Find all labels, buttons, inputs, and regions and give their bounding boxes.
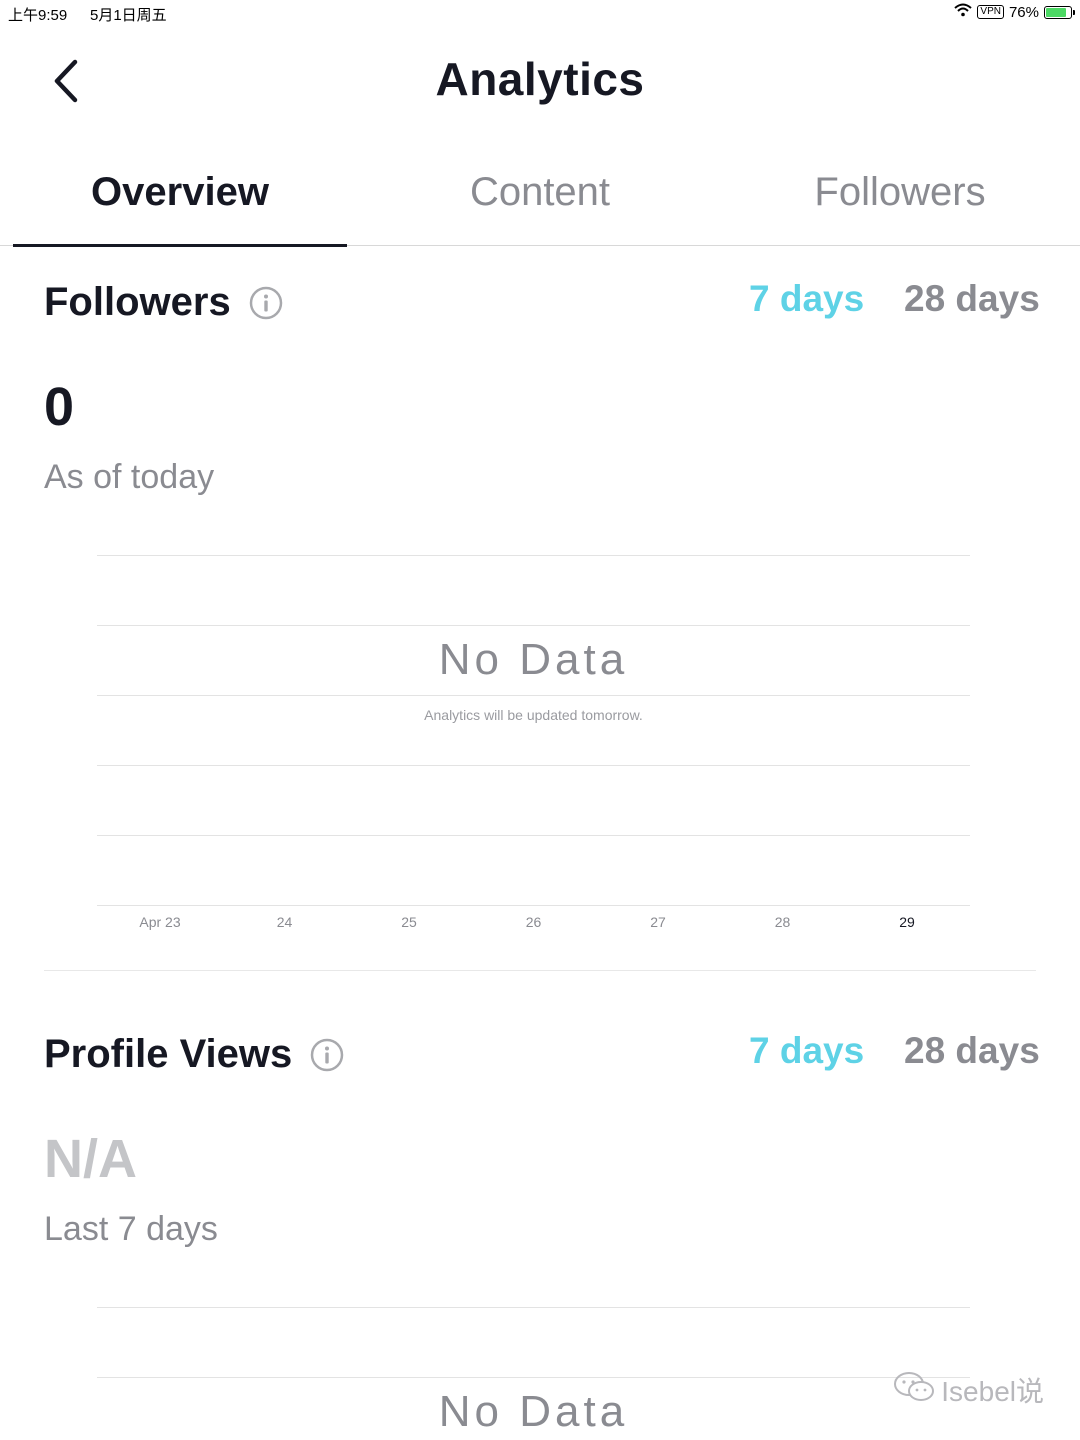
tab-overview[interactable]: Overview	[0, 140, 360, 247]
tab-followers[interactable]: Followers	[720, 140, 1080, 245]
tab-bar: Overview Content Followers	[0, 140, 1080, 247]
grid-line	[97, 905, 970, 906]
grid-line	[97, 765, 970, 766]
grid-line	[97, 1377, 970, 1378]
grid-line	[97, 555, 970, 556]
battery-percent: 76%	[1008, 3, 1039, 21]
followers-count: 0	[44, 377, 75, 437]
grid-line	[97, 1307, 970, 1308]
grid-line	[97, 835, 970, 836]
page-title: Analytics	[435, 53, 645, 105]
info-icon[interactable]	[310, 1038, 344, 1072]
no-data-label: No Data	[438, 635, 629, 684]
status-bar: 上午9:59 5月1日周五 VPN 76%	[0, 0, 1080, 26]
wechat-icon	[893, 1371, 935, 1410]
no-data-sub-label: Analytics will be updated tomorrow.	[424, 707, 643, 723]
x-axis-tick-label: 26	[525, 914, 542, 930]
followers-section: Followers 7 days 28 days 0 As of today N…	[0, 246, 1080, 972]
section-divider	[44, 970, 1036, 971]
analytics-screen: 上午9:59 5月1日周五 VPN 76% Analytics Overview…	[0, 0, 1080, 1440]
watermark-text: Isebel说	[941, 1376, 1044, 1407]
tab-content[interactable]: Content	[360, 140, 720, 245]
status-date: 5月1日周五	[90, 7, 167, 24]
period-28-days[interactable]: 28 days	[904, 1030, 1040, 1072]
x-axis-tick-label: 27	[650, 914, 666, 930]
profile-views-title: Profile Views	[44, 1032, 293, 1076]
profile-views-caption: Last 7 days	[44, 1210, 218, 1248]
section-title: Profile Views	[44, 1032, 344, 1077]
profile-views-value: N/A	[44, 1129, 137, 1189]
followers-title: Followers	[44, 280, 231, 324]
header: Analytics	[0, 40, 1080, 126]
watermark: Isebel说	[893, 1370, 1044, 1410]
wifi-icon	[954, 3, 973, 21]
x-axis-tick-label: 28	[774, 914, 791, 930]
x-axis-tick-label: 24	[276, 914, 293, 930]
period-28-days[interactable]: 28 days	[904, 278, 1040, 320]
status-indicators: VPN 76%	[954, 3, 1075, 21]
vpn-badge: VPN	[977, 5, 1004, 19]
grid-line	[97, 695, 970, 696]
followers-caption: As of today	[44, 458, 215, 496]
x-axis-tick-label: Apr 23	[139, 914, 181, 930]
x-axis-tick-label: 29	[899, 914, 915, 930]
section-title: Followers	[44, 280, 283, 325]
battery-icon	[1044, 5, 1075, 19]
profile-views-chart: No Data	[97, 1307, 970, 1440]
no-data-label: No Data	[438, 1387, 629, 1436]
grid-line	[97, 625, 970, 626]
period-7-days[interactable]: 7 days	[749, 1030, 864, 1072]
info-icon[interactable]	[249, 286, 283, 320]
period-7-days[interactable]: 7 days	[749, 278, 864, 320]
status-time: 上午9:59	[8, 7, 68, 24]
followers-chart: No Data Analytics will be updated tomorr…	[97, 555, 970, 945]
x-axis-tick-label: 25	[401, 914, 417, 930]
